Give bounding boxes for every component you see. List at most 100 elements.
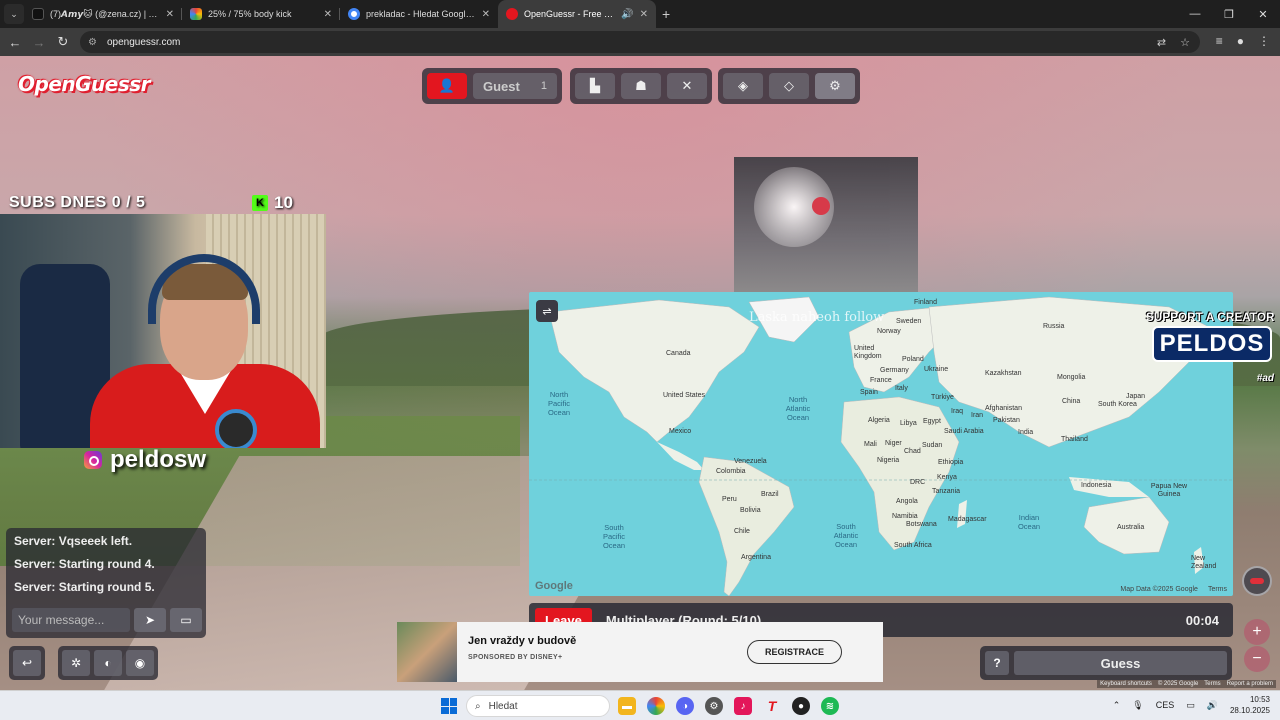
map-label-saudi-arabia: Saudi Arabia — [944, 428, 984, 435]
volume-icon[interactable]: 🔊 — [1207, 700, 1218, 711]
back-arrow-icon[interactable]: ↩ — [13, 650, 41, 676]
close-icon[interactable]: ✕ — [640, 9, 648, 20]
browser-tab-kick[interactable]: 25% / 75% body kick ✕ — [182, 0, 340, 28]
map-label-mexico: Mexico — [669, 428, 692, 435]
zoom-out-icon[interactable]: − — [1244, 646, 1270, 672]
clock[interactable]: 10:53 28.10.2025 — [1230, 694, 1270, 716]
reading-list-icon[interactable]: ≡ — [1216, 34, 1223, 48]
chat-input[interactable]: Your message... — [12, 608, 130, 632]
bug-report-icon[interactable]: ✲ — [62, 650, 90, 676]
help-button[interactable]: ? — [985, 651, 1009, 675]
kick-counter: K 10 — [252, 193, 293, 213]
tab-search-button[interactable]: ⌄ — [4, 4, 24, 24]
sponsored-ad[interactable]: Jen vraždy v budově SPONSORED BY DISNEY+… — [397, 622, 883, 682]
file-explorer-icon[interactable]: ▬ — [618, 697, 636, 715]
url-field[interactable]: ⚙ openguessr.com ⇄ ☆ — [80, 31, 1200, 53]
guess-button[interactable]: Guess — [1014, 651, 1227, 675]
instagram-handle: peldosw — [84, 446, 206, 474]
layers-icon[interactable]: ◈ — [723, 73, 763, 99]
speaker-icon[interactable]: 🔊 — [621, 9, 633, 20]
kick-count-value: 10 — [274, 193, 293, 212]
spotify-icon[interactable]: ≋ — [821, 697, 839, 715]
settings-gear-icon[interactable]: ⚙ — [815, 73, 855, 99]
map-label-sweden: Sweden — [896, 318, 922, 325]
url-text: openguessr.com — [106, 36, 181, 48]
tiktok-app-icon[interactable]: ♪ — [734, 697, 752, 715]
back-icon[interactable]: ← — [3, 35, 27, 50]
window-controls: — ❐ ✕ — [1178, 0, 1280, 28]
round-timer: 00:04 — [1185, 612, 1219, 628]
chrome-icon[interactable] — [647, 697, 665, 715]
system-tray: ⌃ 🎙 CES ▭ 🔊 10:53 28.10.2025 — [1113, 694, 1270, 716]
profile-icon[interactable]: ● — [1237, 34, 1244, 48]
browser-tab-google[interactable]: prekladac - Hledat Googlem ✕ — [340, 0, 498, 28]
browser-tab-tiktok[interactable]: (7)𝘼𝙢𝙮🐱 (@zena.cz) | TikTok ✕ — [24, 0, 182, 28]
map-label-chile: Chile — [734, 528, 750, 535]
map-label-namibia: Namibia — [892, 513, 918, 520]
discord-icon[interactable]: ◐ — [94, 650, 122, 676]
reddit-icon[interactable]: ◉ — [126, 650, 154, 676]
ad-register-button[interactable]: REGISTRACE — [747, 640, 842, 664]
tidal-app-icon[interactable]: T — [763, 697, 781, 715]
network-icon[interactable]: ▭ — [1186, 700, 1195, 711]
map-options-icon[interactable]: ⇌ — [536, 300, 558, 322]
tray-chevron-icon[interactable]: ⌃ — [1113, 700, 1121, 711]
windows-taskbar: ⌕ Hledat ▬ ◑ ⚙ ♪ T ● ≋ ⌃ 🎙 CES ▭ 🔊 10:53… — [0, 690, 1280, 720]
close-icon[interactable]: ✕ — [324, 9, 332, 20]
stack-icon[interactable]: ◇ — [769, 73, 809, 99]
add-user-icon[interactable]: 👤 — [427, 73, 467, 99]
keyboard-shortcuts-link[interactable]: Keyboard shortcuts — [1100, 681, 1152, 687]
windows-start-icon[interactable] — [441, 698, 457, 714]
streamer-webcam — [0, 214, 326, 448]
leaderboard-icon[interactable]: ▙ — [575, 73, 615, 99]
close-icon[interactable]: ✕ — [482, 9, 490, 20]
obs-app-icon[interactable]: ● — [792, 697, 810, 715]
settings-app-icon[interactable]: ⚙ — [705, 697, 723, 715]
microphone-icon[interactable]: 🎙 — [1132, 700, 1143, 711]
chat-bubble-icon[interactable]: ▭ — [170, 608, 202, 632]
address-bar: ← → ↻ ⚙ openguessr.com ⇄ ☆ ≡ ● ⋮ — [0, 28, 1280, 56]
map-label-botswana: Botswana — [906, 521, 937, 528]
map-label-new-zealand: New Zealand — [1191, 555, 1217, 570]
terms-link[interactable]: Terms — [1204, 681, 1220, 687]
close-icon[interactable]: ✕ — [166, 9, 174, 20]
new-tab-button[interactable]: + — [662, 6, 670, 22]
bookmark-star-icon[interactable]: ☆ — [1180, 36, 1190, 49]
subs-counter: SUBS DNES 0 / 5 — [9, 194, 146, 211]
minimize-icon[interactable]: — — [1178, 0, 1212, 28]
compass-icon[interactable] — [1242, 566, 1272, 596]
restore-icon[interactable]: ❐ — [1212, 0, 1246, 28]
send-icon[interactable]: ➤ — [134, 608, 166, 632]
map-label-madagascar: Madagascar — [948, 516, 987, 523]
map-label-venezuela: Venezuela — [734, 458, 767, 465]
reload-icon[interactable]: ↻ — [51, 34, 75, 50]
map-label-argentina: Argentina — [741, 554, 771, 561]
map-label-nigeria: Nigeria — [877, 457, 900, 464]
map-label-south-africa: South Africa — [894, 542, 932, 549]
player-toolbar: 👤 Guest 1 — [422, 68, 562, 104]
tab-title: prekladac - Hledat Googlem — [366, 9, 476, 19]
map-label-thailand: Thailand — [1061, 436, 1088, 443]
discord-taskbar-icon[interactable]: ◑ — [676, 697, 694, 715]
party-icon[interactable]: ☗ — [621, 73, 661, 99]
player-name-button[interactable]: Guest 1 — [473, 73, 557, 99]
map-attribution: Map Data ©2025 Google Terms — [1120, 586, 1227, 593]
openguessr-logo[interactable]: OpenGuessr — [18, 72, 151, 96]
taskbar-search[interactable]: ⌕ Hledat — [466, 695, 610, 717]
map-data-text: Map Data ©2025 Google — [1120, 586, 1198, 593]
translate-icon[interactable]: ⇄ — [1157, 36, 1166, 49]
forward-icon[interactable]: → — [27, 35, 51, 50]
language-indicator[interactable]: CES — [1156, 700, 1175, 710]
map-label-brazil: Brazil — [761, 491, 779, 498]
map-label-iran: Iran — [971, 412, 984, 419]
map-terms-link[interactable]: Terms — [1208, 586, 1227, 593]
site-info-icon[interactable]: ⚙ — [88, 37, 97, 48]
battle-icon[interactable]: ✕ — [667, 73, 707, 99]
openguessr-icon — [506, 8, 518, 20]
browser-tab-openguessr[interactable]: OpenGuessr - Free GeoGuessr 🔊 ✕ — [498, 0, 656, 28]
zoom-in-icon[interactable]: + — [1244, 619, 1270, 645]
report-problem-link[interactable]: Report a problem — [1227, 681, 1273, 687]
close-window-icon[interactable]: ✕ — [1246, 0, 1280, 28]
guess-map[interactable]: Canada United States Mexico Venezuela Co… — [529, 292, 1233, 596]
menu-icon[interactable]: ⋮ — [1258, 34, 1270, 48]
